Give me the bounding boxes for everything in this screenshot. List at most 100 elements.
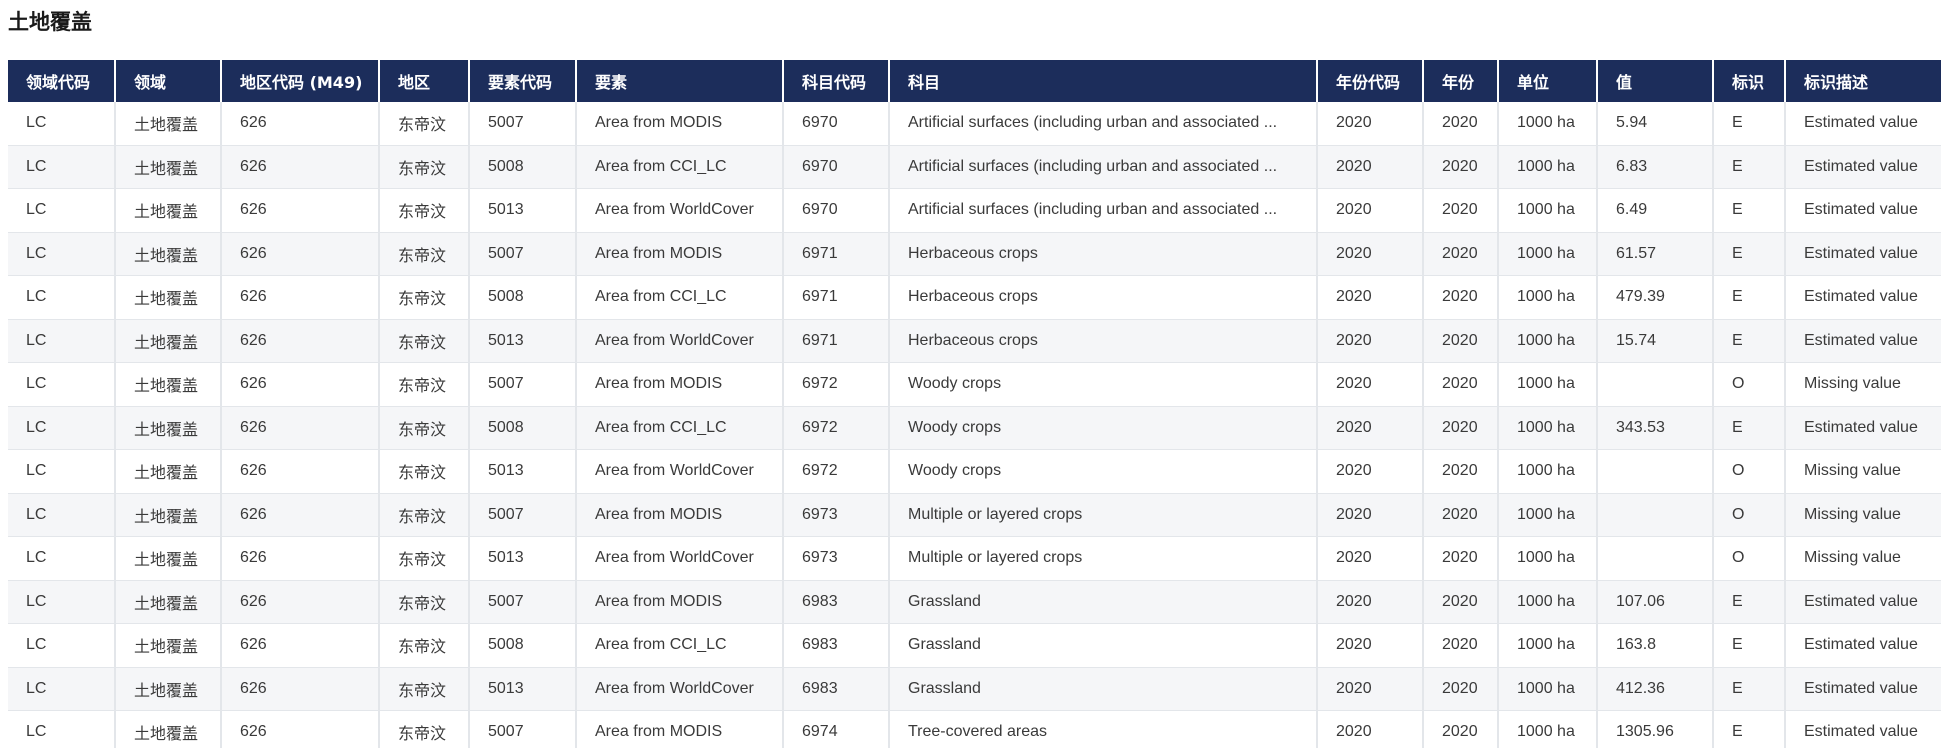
cell-flag-description: Estimated value <box>1785 580 1941 624</box>
table-row[interactable]: LC 土地覆盖 626 东帝汶 5007 Area from MODIS 6973 Multi… <box>8 493 1941 537</box>
cell-item-code: 6983 <box>783 623 890 668</box>
cell-flag: E <box>1713 319 1786 363</box>
table-row[interactable]: LC 土地覆盖 626 东帝汶 5008 Area from CCI_LC 6971 Herb… <box>8 275 1941 320</box>
cell-element: Area from MODIS <box>576 362 784 407</box>
cell-area: 东帝汶 <box>379 232 470 276</box>
cell-flag-description: Missing value <box>1785 536 1941 581</box>
cell-unit: 1000 ha <box>1498 493 1598 537</box>
column-header-domain[interactable]: 领域 <box>115 60 222 102</box>
cell-domain: 土地覆盖 <box>115 232 222 276</box>
table-row[interactable]: LC 土地覆盖 626 东帝汶 5007 Area from MODIS 6970 Artif… <box>8 102 1941 146</box>
table-row[interactable]: LC 土地覆盖 626 东帝汶 5013 Area from WorldCover 6983… <box>8 667 1941 711</box>
cell-area-code: 626 <box>221 406 380 450</box>
cell-area-code: 626 <box>221 493 380 537</box>
cell-domain-code: LC <box>8 536 116 581</box>
table-row[interactable]: LC 土地覆盖 626 东帝汶 5008 Area from CCI_LC 6972 Wood… <box>8 406 1941 450</box>
cell-flag-description: Estimated value <box>1785 406 1941 450</box>
cell-area-code: 626 <box>221 362 380 407</box>
column-header-element-code[interactable]: 要素代码 <box>469 60 577 102</box>
cell-item: Woody crops <box>889 449 1318 494</box>
cell-flag: E <box>1713 580 1786 624</box>
table-row[interactable]: LC 土地覆盖 626 东帝汶 5013 Area from WorldCover 6972… <box>8 449 1941 494</box>
cell-year: 2020 <box>1423 232 1499 276</box>
cell-flag-description: Estimated value <box>1785 145 1941 189</box>
cell-year: 2020 <box>1423 623 1499 668</box>
cell-year: 2020 <box>1423 667 1499 711</box>
cell-flag-description: Estimated value <box>1785 710 1941 748</box>
cell-flag: E <box>1713 667 1786 711</box>
cell-flag: E <box>1713 232 1786 276</box>
cell-element-code: 5007 <box>469 710 577 748</box>
cell-domain: 土地覆盖 <box>115 362 222 407</box>
cell-value: 6.49 <box>1597 188 1714 233</box>
cell-item: Herbaceous crops <box>889 275 1318 320</box>
cell-year: 2020 <box>1423 449 1499 494</box>
cell-domain-code: LC <box>8 232 116 276</box>
cell-value: 163.8 <box>1597 623 1714 668</box>
table-row[interactable]: LC 土地覆盖 626 东帝汶 5007 Area from MODIS 6983 Grass… <box>8 580 1941 624</box>
column-header-area[interactable]: 地区 <box>379 60 470 102</box>
cell-unit: 1000 ha <box>1498 710 1598 748</box>
cell-flag: E <box>1713 188 1786 233</box>
cell-area-code: 626 <box>221 449 380 494</box>
cell-element: Area from WorldCover <box>576 319 784 363</box>
cell-element: Area from MODIS <box>576 232 784 276</box>
cell-year-code: 2020 <box>1317 188 1424 233</box>
cell-domain-code: LC <box>8 188 116 233</box>
table-row[interactable]: LC 土地覆盖 626 东帝汶 5007 Area from MODIS 6974 Tree-… <box>8 710 1941 748</box>
cell-area: 东帝汶 <box>379 362 470 407</box>
cell-year: 2020 <box>1423 536 1499 581</box>
cell-item: Tree-covered areas <box>889 710 1318 748</box>
cell-item-code: 6973 <box>783 536 890 581</box>
cell-flag-description: Missing value <box>1785 362 1941 407</box>
cell-area-code: 626 <box>221 275 380 320</box>
column-header-item[interactable]: 科目 <box>889 60 1318 102</box>
cell-domain: 土地覆盖 <box>115 145 222 189</box>
table-row[interactable]: LC 土地覆盖 626 东帝汶 5007 Area from MODIS 6971 Herba… <box>8 232 1941 276</box>
table-body: LC 土地覆盖 626 东帝汶 5007 Area from MODIS 6970 Artif… <box>8 102 1941 748</box>
cell-item-code: 6972 <box>783 362 890 407</box>
cell-flag-description: Estimated value <box>1785 667 1941 711</box>
column-header-flag[interactable]: 标识 <box>1713 60 1786 102</box>
column-header-year-code[interactable]: 年份代码 <box>1317 60 1424 102</box>
cell-item-code: 6971 <box>783 232 890 276</box>
cell-value: 343.53 <box>1597 406 1714 450</box>
table-row[interactable]: LC 土地覆盖 626 东帝汶 5013 Area from WorldCover 6971… <box>8 319 1941 363</box>
cell-area: 东帝汶 <box>379 188 470 233</box>
cell-flag-description: Estimated value <box>1785 623 1941 668</box>
cell-year-code: 2020 <box>1317 319 1424 363</box>
cell-value <box>1597 536 1714 581</box>
column-header-value[interactable]: 值 <box>1597 60 1714 102</box>
column-header-element[interactable]: 要素 <box>576 60 784 102</box>
column-header-unit[interactable]: 单位 <box>1498 60 1598 102</box>
column-header-item-code[interactable]: 科目代码 <box>783 60 890 102</box>
column-header-year[interactable]: 年份 <box>1423 60 1499 102</box>
table-row[interactable]: LC 土地覆盖 626 东帝汶 5013 Area from WorldCover 6970… <box>8 188 1941 233</box>
cell-flag: E <box>1713 710 1786 748</box>
cell-item-code: 6973 <box>783 493 890 537</box>
cell-flag: O <box>1713 449 1786 494</box>
cell-year: 2020 <box>1423 145 1499 189</box>
table-row[interactable]: LC 土地覆盖 626 东帝汶 5008 Area from CCI_LC 6970 Arti… <box>8 145 1941 189</box>
cell-element: Area from MODIS <box>576 580 784 624</box>
cell-item: Woody crops <box>889 362 1318 407</box>
cell-area-code: 626 <box>221 580 380 624</box>
column-header-flag-description[interactable]: 标识描述 <box>1785 60 1941 102</box>
cell-element-code: 5013 <box>469 319 577 363</box>
cell-domain: 土地覆盖 <box>115 319 222 363</box>
data-table-container[interactable]: 领域代码 领域 地区代码 (M49) 地区 要素代码 要素 科目代码 科目 年份代码 年份 单位值标… <box>8 60 1941 748</box>
cell-year-code: 2020 <box>1317 275 1424 320</box>
table-row[interactable]: LC 土地覆盖 626 东帝汶 5007 Area from MODIS 6972 Woody… <box>8 362 1941 407</box>
cell-value: 479.39 <box>1597 275 1714 320</box>
cell-domain: 土地覆盖 <box>115 102 222 146</box>
cell-element-code: 5007 <box>469 493 577 537</box>
cell-flag: O <box>1713 493 1786 537</box>
table-row[interactable]: LC 土地覆盖 626 东帝汶 5013 Area from WorldCover 6973… <box>8 536 1941 581</box>
cell-area: 东帝汶 <box>379 667 470 711</box>
cell-year-code: 2020 <box>1317 406 1424 450</box>
cell-item-code: 6970 <box>783 145 890 189</box>
column-header-area-code[interactable]: 地区代码 (M49) <box>221 60 380 102</box>
column-header-domain-code[interactable]: 领域代码 <box>8 60 116 102</box>
cell-unit: 1000 ha <box>1498 362 1598 407</box>
table-row[interactable]: LC 土地覆盖 626 东帝汶 5008 Area from CCI_LC 6983 Gras… <box>8 623 1941 668</box>
